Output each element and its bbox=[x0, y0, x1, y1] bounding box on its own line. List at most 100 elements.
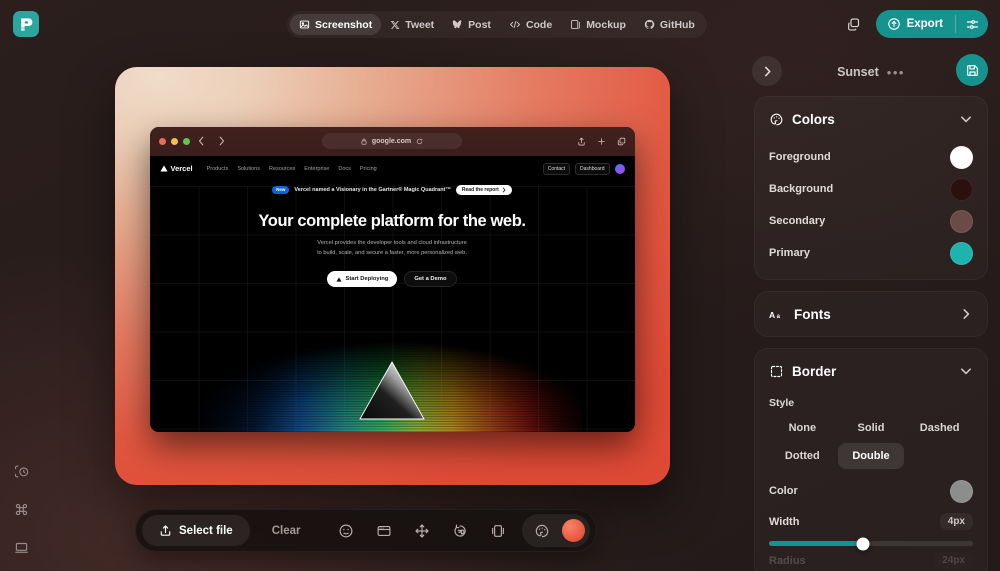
colors-card-chevron[interactable] bbox=[959, 112, 973, 126]
palette-icon bbox=[536, 524, 549, 537]
layers-icon bbox=[492, 524, 505, 537]
border-width-slider-knob[interactable] bbox=[856, 537, 870, 550]
border-width-slider[interactable] bbox=[769, 537, 973, 550]
vercel-brand[interactable]: Vercel bbox=[159, 164, 193, 173]
tab-code[interactable]: Code bbox=[500, 14, 561, 35]
save-icon bbox=[966, 64, 978, 76]
vercel-banner-badge: New bbox=[272, 185, 290, 194]
vercel-banner[interactable]: New Vercel named a Visionary in the Gart… bbox=[150, 182, 635, 198]
aa-icon: A a bbox=[769, 309, 781, 319]
command-button[interactable] bbox=[10, 498, 32, 520]
traffic-light-minimize bbox=[170, 137, 178, 145]
image-icon bbox=[299, 20, 310, 29]
upload-icon bbox=[160, 525, 171, 536]
export-button[interactable]: Export bbox=[876, 10, 955, 38]
traffic-lights bbox=[158, 137, 190, 145]
code-icon bbox=[510, 20, 520, 29]
tab-mockup[interactable]: Mockup bbox=[561, 14, 635, 35]
device-frame-button[interactable] bbox=[10, 536, 32, 558]
browser-url-bar[interactable]: google.com bbox=[322, 133, 462, 149]
vercel-nav-link-enterprise[interactable]: Enterprise bbox=[304, 166, 329, 172]
vercel-triangle-icon bbox=[336, 276, 343, 282]
browser-frame-button[interactable] bbox=[370, 517, 398, 545]
vercel-nav-link-docs[interactable]: Docs bbox=[338, 166, 351, 172]
color-swatch-background[interactable] bbox=[950, 177, 973, 201]
collapse-sidebar-button[interactable] bbox=[752, 56, 782, 86]
save-preset-button[interactable] bbox=[956, 54, 988, 86]
vercel-contact-button[interactable]: Contact bbox=[542, 162, 571, 175]
vercel-nav-link-products[interactable]: Products bbox=[207, 166, 229, 172]
vercel-subline: Vercel provides the developer tools and … bbox=[150, 238, 635, 260]
clear-button[interactable]: Clear bbox=[252, 515, 321, 546]
color-picker-group[interactable] bbox=[522, 514, 591, 547]
clear-label: Clear bbox=[271, 524, 301, 537]
border-style-none[interactable]: None bbox=[769, 415, 836, 441]
fonts-card-chevron[interactable] bbox=[959, 307, 973, 321]
tab-mockup-label: Mockup bbox=[586, 18, 626, 31]
fonts-card-header[interactable]: A a Fonts bbox=[769, 292, 973, 336]
export-settings-button[interactable] bbox=[956, 10, 988, 38]
chevron-right-icon bbox=[963, 309, 970, 319]
vercel-nav: Vercel Products Solutions Resources Ente… bbox=[150, 156, 635, 182]
border-card-header[interactable]: Border bbox=[769, 349, 973, 393]
preset-title-wrap: Sunset ••• bbox=[837, 65, 905, 79]
top-bar: Screenshot Tweet Post Code Mockup GitHub… bbox=[0, 0, 1000, 48]
emoji-button[interactable] bbox=[332, 517, 360, 545]
vercel-cta-primary[interactable]: Start Deploying bbox=[327, 271, 398, 288]
border-style-dotted[interactable]: Dotted bbox=[769, 443, 836, 469]
reload-icon bbox=[417, 138, 423, 144]
export-label: Export bbox=[906, 18, 943, 30]
canvas-area[interactable]: google.com Vercel Products Solutions Res… bbox=[42, 48, 742, 503]
color-swatch-secondary[interactable] bbox=[950, 209, 973, 233]
vercel-avatar[interactable] bbox=[614, 163, 625, 174]
preset-more-button[interactable]: ••• bbox=[887, 66, 905, 79]
colors-card-header[interactable]: Colors bbox=[769, 97, 973, 141]
tab-tweet[interactable]: Tweet bbox=[381, 14, 443, 35]
dashed-square-icon bbox=[770, 365, 783, 377]
tab-screenshot[interactable]: Screenshot bbox=[290, 14, 382, 35]
vercel-nav-link-solutions[interactable]: Solutions bbox=[237, 166, 260, 172]
border-style-double[interactable]: Double bbox=[837, 443, 905, 469]
rotate-3d-button[interactable] bbox=[446, 517, 474, 545]
background-color-swatch[interactable] bbox=[562, 519, 586, 542]
vercel-nav-link-pricing[interactable]: Pricing bbox=[360, 166, 377, 172]
select-file-label: Select file bbox=[179, 524, 233, 537]
mockup-icon bbox=[571, 20, 580, 29]
tabs-icon bbox=[617, 137, 625, 145]
color-swatch-foreground[interactable] bbox=[950, 145, 973, 169]
top-bar-actions: Export bbox=[842, 10, 988, 38]
border-style-dashed[interactable]: Dashed bbox=[906, 415, 973, 441]
tab-github[interactable]: GitHub bbox=[635, 14, 704, 35]
layers-button[interactable] bbox=[484, 517, 512, 545]
palette-button[interactable] bbox=[528, 517, 556, 545]
screenshot-frame[interactable]: google.com Vercel Products Solutions Res… bbox=[114, 66, 670, 485]
color-row-primary: Primary bbox=[769, 237, 973, 269]
plus-icon bbox=[597, 137, 605, 145]
vercel-banner-cta[interactable]: Read the report bbox=[455, 184, 512, 195]
traffic-light-close bbox=[158, 137, 166, 145]
vercel-triangle-icon bbox=[159, 165, 168, 172]
move-button[interactable] bbox=[408, 517, 436, 545]
tab-post[interactable]: Post bbox=[443, 14, 500, 35]
border-color-row: Color bbox=[769, 475, 973, 507]
vercel-cta-secondary[interactable]: Get a Demo bbox=[404, 271, 457, 288]
border-width-label: Width bbox=[769, 515, 800, 528]
copy-button[interactable] bbox=[842, 12, 866, 36]
fonts-card[interactable]: A a Fonts bbox=[754, 291, 988, 337]
border-width-value: 4px bbox=[939, 513, 973, 530]
border-color-swatch[interactable] bbox=[950, 479, 973, 503]
vercel-dashboard-button[interactable]: Dashboard bbox=[575, 162, 610, 175]
border-card-chevron[interactable] bbox=[959, 364, 973, 378]
color-label-foreground: Foreground bbox=[769, 151, 831, 163]
bottom-toolbar: Select file Clear bbox=[135, 509, 598, 552]
border-radius-row: Radius 24px bbox=[769, 552, 973, 569]
select-file-button[interactable]: Select file bbox=[142, 515, 250, 546]
screenshot-timer-button[interactable] bbox=[10, 460, 32, 482]
vercel-subline-2: to build, scale, and secure a faster, mo… bbox=[317, 250, 467, 257]
border-style-solid[interactable]: Solid bbox=[838, 415, 905, 441]
color-swatch-primary[interactable] bbox=[950, 241, 973, 265]
svg-text:a: a bbox=[777, 313, 781, 319]
app-logo[interactable] bbox=[13, 11, 39, 37]
nav-tabs: Screenshot Tweet Post Code Mockup GitHub bbox=[287, 11, 707, 38]
vercel-nav-link-resources[interactable]: Resources bbox=[269, 166, 295, 172]
